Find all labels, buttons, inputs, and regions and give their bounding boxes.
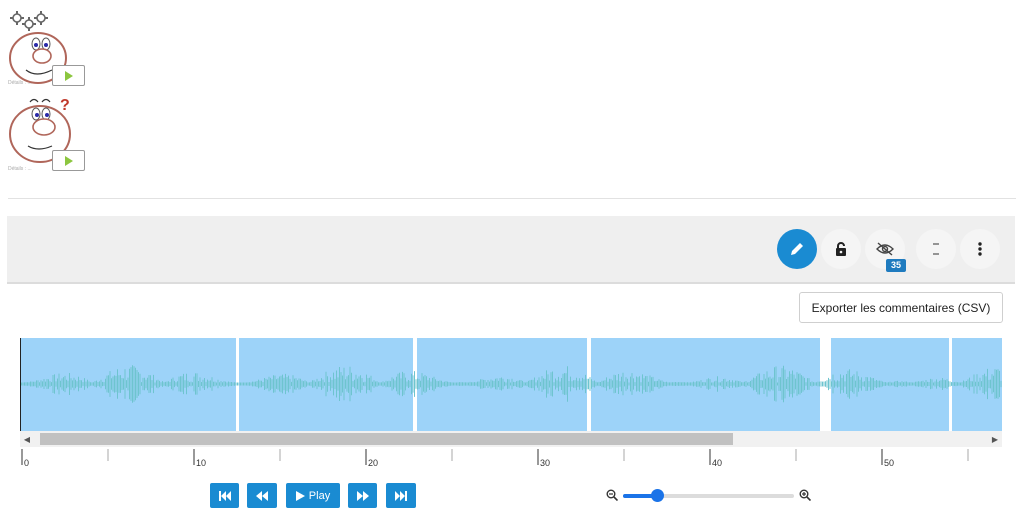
timeline-label: 10 xyxy=(196,458,207,468)
lock-button[interactable] xyxy=(821,229,861,269)
thumbnail-caption: Détails : ... xyxy=(8,80,32,86)
fast-forward-button[interactable] xyxy=(348,483,377,508)
pencil-icon xyxy=(791,243,803,255)
export-csv-button[interactable]: Exporter les commentaires (CSV) xyxy=(799,292,1003,323)
annotation-toolbar xyxy=(7,216,1015,284)
thumbnail-caption: Détails : ... xyxy=(8,166,32,172)
scroll-thumb[interactable] xyxy=(40,433,733,445)
hidden-count-badge: 35 xyxy=(886,259,906,272)
play-button[interactable]: Play xyxy=(286,483,340,508)
zoom-in-icon[interactable] xyxy=(799,489,811,501)
split-icon xyxy=(933,243,939,255)
rewind-button[interactable] xyxy=(247,483,277,508)
skip-back-button[interactable] xyxy=(210,483,239,508)
timeline-label: 30 xyxy=(540,458,551,468)
play-icon xyxy=(64,70,73,81)
timeline-label: 40 xyxy=(712,458,723,468)
zoom-out-icon[interactable] xyxy=(606,489,618,501)
kebab-icon xyxy=(978,242,982,256)
waveform[interactable] xyxy=(20,338,1002,431)
edit-button[interactable] xyxy=(777,229,817,269)
svg-text:?: ? xyxy=(60,97,70,114)
scroll-left-arrow[interactable]: ◀ xyxy=(20,431,34,447)
play-icon xyxy=(295,490,305,501)
skip-forward-icon xyxy=(395,490,407,501)
zoom-slider[interactable] xyxy=(623,494,794,498)
play-icon xyxy=(64,155,73,166)
playhead-cursor xyxy=(20,338,21,431)
more-options-button[interactable] xyxy=(960,229,1000,269)
waveform-trace xyxy=(20,365,1002,403)
fast-forward-icon xyxy=(356,490,369,501)
scroll-right-arrow[interactable]: ▶ xyxy=(988,431,1002,447)
waveform-path xyxy=(20,365,1002,403)
play-label: Play xyxy=(308,489,331,502)
timeline-label: 50 xyxy=(884,458,895,468)
timeline-label: 20 xyxy=(368,458,379,468)
play-badge-2[interactable] xyxy=(52,150,85,171)
unlock-icon xyxy=(836,242,846,256)
play-badge-1[interactable] xyxy=(52,65,85,86)
section-divider xyxy=(8,198,1016,199)
timeline-label: 0 xyxy=(24,458,30,468)
eye-off-icon xyxy=(876,242,894,256)
skip-forward-button[interactable] xyxy=(386,483,416,508)
waveform-scrollbar[interactable]: ◀ ▶ xyxy=(20,431,1002,447)
timeline: 0 10 20 30 40 50 xyxy=(20,447,1002,471)
skip-back-icon xyxy=(218,490,231,501)
zoom-slider-thumb[interactable] xyxy=(651,489,664,502)
split-view-button[interactable] xyxy=(916,229,956,269)
rewind-icon xyxy=(256,490,268,501)
